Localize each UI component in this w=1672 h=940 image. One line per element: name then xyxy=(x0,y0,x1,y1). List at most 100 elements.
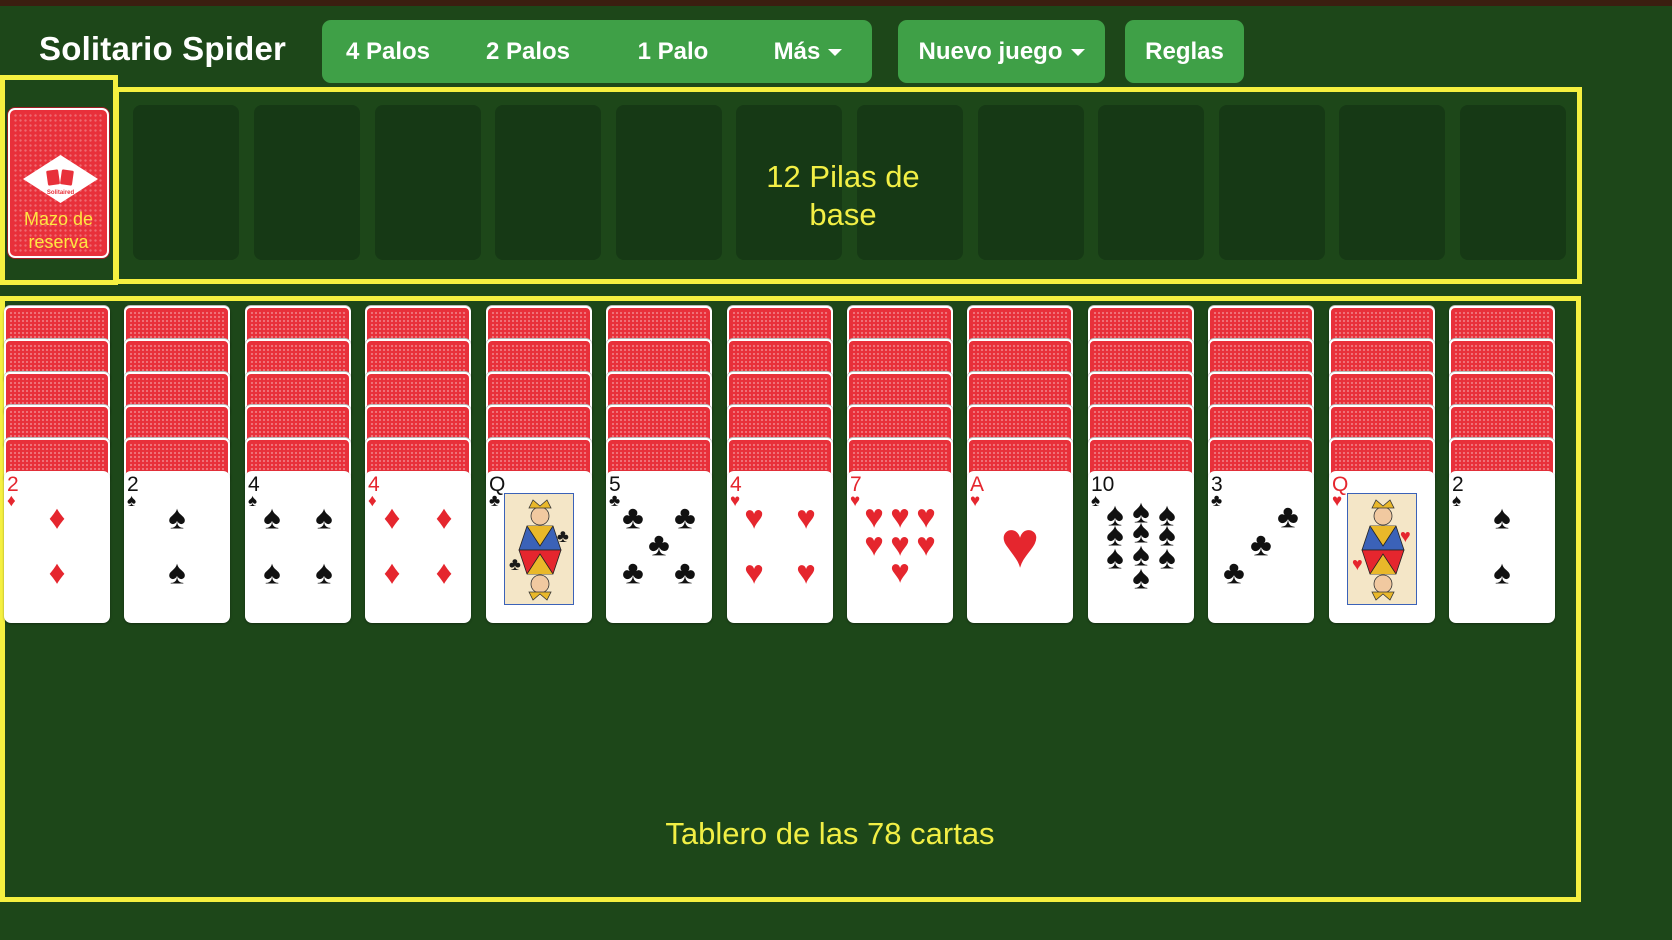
foundation-slot-8[interactable] xyxy=(978,105,1084,260)
card-suit-icon: ♠ xyxy=(248,491,258,510)
card-suit-icon: ♥ xyxy=(970,491,981,510)
tableau-annotation: Tablero de las 78 cartas xyxy=(665,816,995,851)
two-suits-button[interactable]: 2 Palos xyxy=(454,20,602,83)
card-pip-icon: ♠ xyxy=(1493,498,1511,536)
window-top-border xyxy=(0,0,1672,6)
card-suit-icon: ♠ xyxy=(127,491,137,510)
chevron-down-icon xyxy=(1070,49,1085,56)
face-up-card[interactable]: 7 ♥ ♥ ♥ ♥ ♥ ♥ ♥ ♥ xyxy=(847,471,953,623)
card-suit-icon: ♦ xyxy=(368,491,377,510)
stock-label: Mazo de reserva xyxy=(23,209,94,252)
rules-label: Reglas xyxy=(1145,37,1224,65)
face-up-card[interactable]: 4 ♦ ♦ ♦ ♦ ♦ xyxy=(365,471,471,623)
svg-text:♥: ♥ xyxy=(1352,554,1363,574)
card-pip-icon: ♥ xyxy=(1000,507,1040,581)
face-up-card[interactable]: 2 ♠ ♠ ♠ xyxy=(124,471,230,623)
face-up-card[interactable]: 4 ♠ ♠ ♠ ♠ ♠ xyxy=(245,471,351,623)
card-corner-index: 2 ♠ xyxy=(127,474,139,510)
foundation-slot-1[interactable] xyxy=(133,105,239,260)
suit-mode-button-group: 4 Palos 2 Palos 1 Palo Más xyxy=(322,20,872,83)
new-game-button[interactable]: Nuevo juego xyxy=(898,20,1105,83)
card-pip-icon: ♦ xyxy=(383,498,401,536)
card-corner-index: 2 ♠ xyxy=(1452,474,1464,510)
card-corner-index: 2 ♦ xyxy=(7,474,19,510)
foundation-slot-9[interactable] xyxy=(1098,105,1204,260)
card-corner-index: Q ♥ xyxy=(1332,474,1348,510)
card-suit-icon: ♥ xyxy=(1332,491,1343,510)
card-pip-icon: ♦ xyxy=(435,498,453,536)
face-up-card[interactable]: Q ♣ ♣ ♣ xyxy=(486,471,592,623)
card-suit-icon: ♥ xyxy=(850,491,861,510)
card-suit-icon: ♣ xyxy=(1211,491,1223,510)
foundation-slot-10[interactable] xyxy=(1219,105,1325,260)
face-up-card[interactable]: 2 ♠ ♠ ♠ xyxy=(1449,471,1555,623)
card-pip-icon: ♠ xyxy=(315,553,333,591)
svg-text:♣: ♣ xyxy=(557,526,569,546)
app-title: Solitario Spider xyxy=(39,30,287,67)
more-dropdown-button[interactable]: Más xyxy=(744,20,872,83)
chevron-down-icon xyxy=(828,49,843,56)
card-pip-icon: ♣ xyxy=(1250,525,1272,563)
card-corner-index: A ♥ xyxy=(970,474,984,510)
card-suit-icon: ♥ xyxy=(730,491,741,510)
card-corner-index: 4 ♥ xyxy=(730,474,742,510)
card-pip-icon: ♣ xyxy=(1277,497,1299,535)
card-pip-icon: ♥ xyxy=(796,553,816,591)
face-up-card[interactable]: 5 ♣ ♣ ♣ ♣ ♣ ♣ xyxy=(606,471,712,623)
card-corner-index: 3 ♣ xyxy=(1211,474,1223,510)
card-corner-index: 5 ♣ xyxy=(609,474,621,510)
four-suits-button[interactable]: 4 Palos xyxy=(322,20,454,83)
more-dropdown-label: Más xyxy=(773,37,821,65)
card-pip-icon: ♦ xyxy=(383,553,401,591)
card-pip-icon: ♦ xyxy=(48,553,66,591)
face-up-card[interactable]: Q ♥ ♥ ♥ xyxy=(1329,471,1435,623)
card-pip-icon: ♦ xyxy=(48,498,66,536)
card-pip-icon: ♥ xyxy=(796,498,816,536)
queen-portrait-icon: ♥ ♥ xyxy=(1347,493,1417,605)
foundation-slot-2[interactable] xyxy=(254,105,360,260)
face-up-card[interactable]: 10 ♠ ♠ ♠ ♠ ♠ ♠ ♠ ♠ ♠ ♠ ♠ xyxy=(1088,471,1194,623)
card-pip-icon: ♠ xyxy=(168,553,186,591)
face-up-card[interactable]: 3 ♣ ♣ ♣ ♣ xyxy=(1208,471,1314,623)
card-pip-icon: ♥ xyxy=(864,525,884,563)
card-pip-icon: ♠ xyxy=(1158,538,1176,576)
face-up-card[interactable]: 2 ♦ ♦ ♦ xyxy=(4,471,110,623)
card-corner-index: 7 ♥ xyxy=(850,474,862,510)
card-suit-icon: ♠ xyxy=(1452,491,1462,510)
stock-pile[interactable]: Solitaired Mazo de reserva xyxy=(8,108,109,258)
card-pip-icon: ♥ xyxy=(890,552,910,590)
foundation-slot-11[interactable] xyxy=(1339,105,1445,260)
card-pip-icon: ♣ xyxy=(622,553,644,591)
foundation-slot-5[interactable] xyxy=(616,105,722,260)
card-pip-icon: ♠ xyxy=(168,498,186,536)
card-pip-icon: ♣ xyxy=(674,553,696,591)
rules-button[interactable]: Reglas xyxy=(1125,20,1244,83)
foundation-slot-12[interactable] xyxy=(1460,105,1566,260)
card-pip-icon: ♠ xyxy=(1493,553,1511,591)
card-pip-icon: ♠ xyxy=(315,498,333,536)
card-corner-index: Q ♣ xyxy=(489,474,505,510)
svg-text:♣: ♣ xyxy=(509,554,521,574)
card-suit-icon: ♦ xyxy=(7,491,16,510)
card-pip-icon: ♦ xyxy=(435,553,453,591)
foundation-slot-4[interactable] xyxy=(495,105,601,260)
card-corner-index: 4 ♦ xyxy=(368,474,380,510)
one-suit-button[interactable]: 1 Palo xyxy=(602,20,744,83)
card-pip-icon: ♣ xyxy=(622,498,644,536)
card-pip-icon: ♠ xyxy=(1132,558,1150,596)
card-pip-icon: ♣ xyxy=(1223,553,1245,591)
card-corner-index: 4 ♠ xyxy=(248,474,260,510)
svg-text:Solitaired: Solitaired xyxy=(47,190,75,196)
card-pip-icon: ♠ xyxy=(263,553,281,591)
card-pip-icon: ♣ xyxy=(648,525,670,563)
face-up-card[interactable]: 4 ♥ ♥ ♥ ♥ ♥ xyxy=(727,471,833,623)
foundations-annotation: 12 Pilas de base xyxy=(766,159,920,232)
card-suit-icon: ♣ xyxy=(609,491,621,510)
card-pip-icon: ♠ xyxy=(263,498,281,536)
foundation-slot-3[interactable] xyxy=(375,105,481,260)
face-up-card[interactable]: A ♥ ♥ xyxy=(967,471,1073,623)
new-game-button-content: Nuevo juego xyxy=(898,20,1105,83)
card-suit-icon: ♣ xyxy=(489,491,501,510)
svg-text:♥: ♥ xyxy=(1400,526,1411,546)
queen-portrait-icon: ♣ ♣ xyxy=(504,493,574,605)
